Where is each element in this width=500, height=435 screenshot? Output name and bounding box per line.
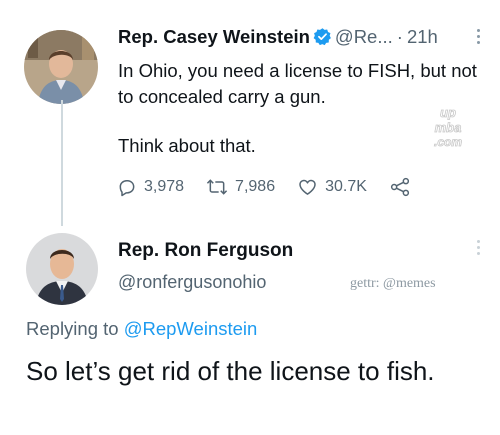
svg-text:mba: mba bbox=[435, 120, 462, 135]
avatar-photo bbox=[26, 233, 98, 305]
header-separator: · bbox=[396, 26, 403, 47]
like-action[interactable]: 30.7K bbox=[297, 177, 367, 197]
share-icon bbox=[390, 177, 409, 197]
gettr-credit-tag: gettr: @memes bbox=[350, 276, 436, 291]
svg-text:up: up bbox=[440, 105, 456, 120]
tweet-timestamp[interactable]: 21h bbox=[407, 26, 438, 47]
reply-author-handle[interactable]: @ronfergusonohio bbox=[118, 272, 266, 293]
retweet-count: 7,986 bbox=[235, 178, 276, 195]
replying-to-line: Replying to @RepWeinstein bbox=[26, 318, 257, 340]
casey-weinstein-avatar[interactable] bbox=[24, 30, 98, 104]
tweet-header: Rep. Casey Weinstein @Re... · 21h bbox=[118, 26, 438, 51]
replying-to-mention[interactable]: @RepWeinstein bbox=[124, 318, 258, 339]
reply-icon bbox=[119, 180, 135, 197]
reply-count: 3,978 bbox=[144, 178, 185, 195]
author-name[interactable]: Rep. Casey Weinstein bbox=[118, 26, 310, 47]
reply-action[interactable]: 3,978 bbox=[117, 177, 184, 197]
tweet-text-second-paragraph: Think about that. bbox=[118, 135, 256, 156]
like-icon bbox=[299, 179, 316, 195]
thread-connector-line bbox=[61, 100, 63, 226]
watermark-logo: up mba .com bbox=[425, 104, 471, 150]
tweet-text: In Ohio, you need a license to FISH, but… bbox=[118, 60, 477, 107]
reply-author-name[interactable]: Rep. Ron Ferguson bbox=[118, 240, 293, 262]
avatar-photo bbox=[24, 30, 98, 104]
like-count: 30.7K bbox=[325, 178, 367, 195]
share-action[interactable] bbox=[389, 177, 418, 197]
retweet-icon bbox=[206, 179, 228, 195]
retweet-action[interactable]: 7,986 bbox=[206, 177, 275, 197]
reply-tweet-text: So let’s get rid of the license to fish. bbox=[26, 356, 435, 386]
ron-ferguson-avatar[interactable] bbox=[26, 233, 98, 305]
more-icon[interactable] bbox=[477, 29, 481, 47]
svg-text:.com: .com bbox=[434, 135, 462, 149]
author-handle[interactable]: @Re... bbox=[335, 26, 393, 47]
replying-to-label: Replying to bbox=[26, 318, 119, 339]
reply-more-icon[interactable] bbox=[477, 240, 481, 258]
verified-badge-icon bbox=[313, 27, 332, 51]
tweet-action-bar: 3,978 7,986 30.7K bbox=[117, 175, 440, 199]
